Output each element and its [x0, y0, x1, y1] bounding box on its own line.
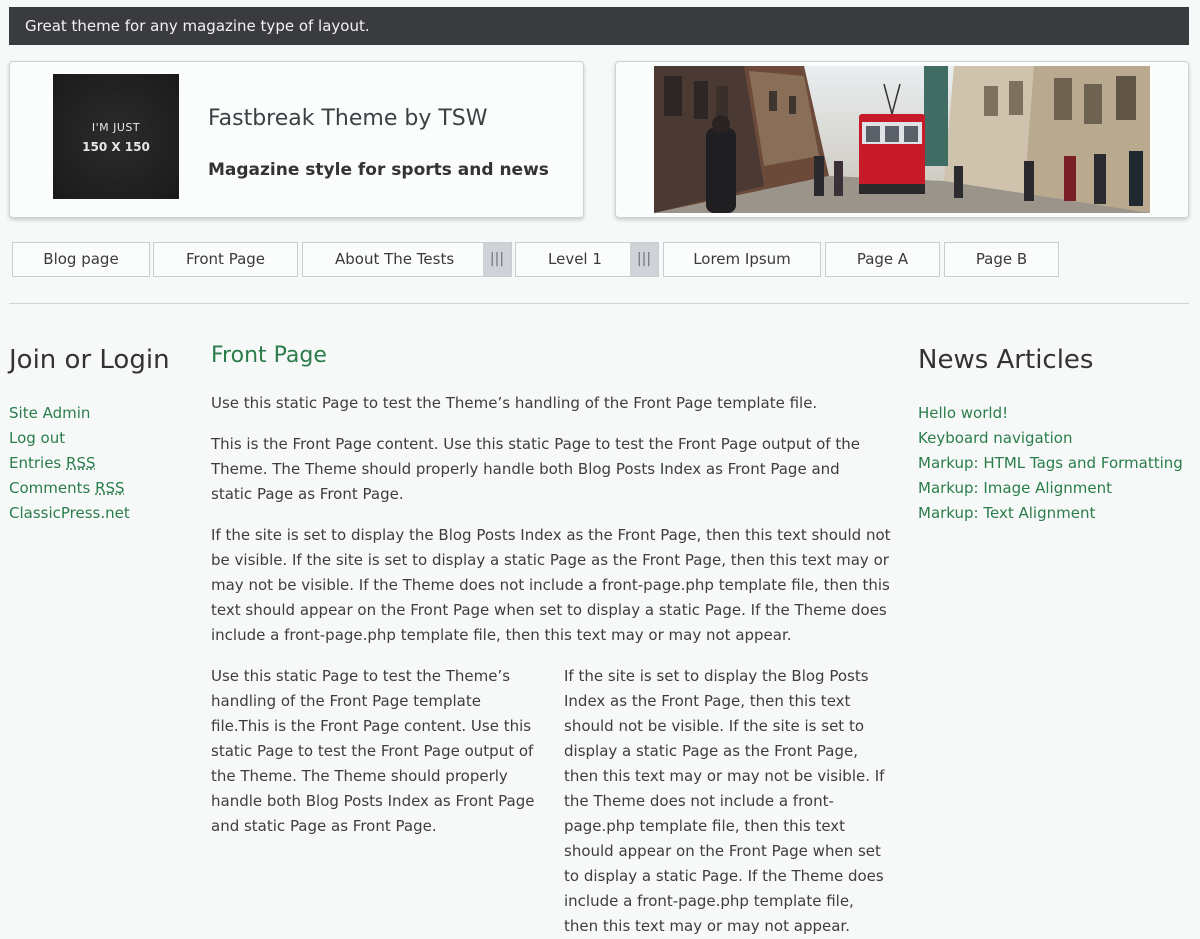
site-title[interactable]: Fastbreak Theme by TSW — [208, 106, 488, 131]
nav-item-level-1[interactable]: Level 1 ||| — [515, 242, 659, 277]
submenu-toggle-icon[interactable]: ||| — [630, 243, 658, 276]
list-item: Markup: Text Alignment — [918, 501, 1183, 526]
list-item: ClassicPress.net — [9, 501, 130, 526]
header-image-card — [615, 61, 1189, 218]
article-link[interactable]: Markup: Text Alignment — [918, 504, 1095, 522]
list-item: Hello world! — [918, 401, 1183, 426]
nav-item-page-a[interactable]: Page A — [825, 242, 940, 277]
log-out-link[interactable]: Log out — [9, 429, 65, 447]
site-admin-link[interactable]: Site Admin — [9, 404, 90, 422]
list-item: Entries RSS — [9, 451, 130, 476]
tagline-bar: Great theme for any magazine type of lay… — [9, 7, 1189, 45]
link-text: Entries — [9, 454, 67, 472]
classicpress-link[interactable]: ClassicPress.net — [9, 504, 130, 522]
nav-item-page-b[interactable]: Page B — [944, 242, 1059, 277]
content-paragraph-1: Use this static Page to test the Theme’s… — [211, 394, 818, 412]
site-description: Magazine style for sports and news — [208, 160, 549, 180]
nav-item-front-page[interactable]: Front Page — [153, 242, 298, 277]
site-branding: I'M JUST 150 X 150 Fastbreak Theme by TS… — [9, 61, 584, 218]
header-divider — [9, 303, 1189, 304]
news-articles-list: Hello world! Keyboard navigation Markup:… — [918, 401, 1183, 526]
nav-item-label: About The Tests — [335, 250, 455, 268]
page-title[interactable]: Front Page — [211, 343, 327, 368]
list-item: Keyboard navigation — [918, 426, 1183, 451]
content-column-2: If the site is set to display the Blog P… — [564, 667, 885, 935]
nav-item-label: Blog page — [43, 250, 119, 268]
article-link[interactable]: Markup: HTML Tags and Formatting — [918, 454, 1183, 472]
nav-item-label: Front Page — [185, 250, 266, 268]
article-link[interactable]: Keyboard navigation — [918, 429, 1072, 447]
rss-abbr: RSS — [95, 479, 125, 497]
list-item: Site Admin — [9, 401, 130, 426]
nav-item-blog-page[interactable]: Blog page — [12, 242, 150, 277]
list-item: Log out — [9, 426, 130, 451]
submenu-toggle-icon[interactable]: ||| — [483, 243, 511, 276]
left-sidebar-title: Join or Login — [9, 345, 170, 375]
nav-item-lorem-ipsum[interactable]: Lorem Ipsum — [663, 242, 821, 277]
comments-rss-link[interactable]: Comments RSS — [9, 479, 125, 497]
site-logo[interactable]: I'M JUST 150 X 150 — [53, 74, 179, 199]
header-image — [654, 66, 1150, 213]
nav-item-label: Lorem Ipsum — [693, 250, 791, 268]
nav-item-label: Page B — [975, 250, 1028, 268]
logo-text-line2: 150 X 150 — [82, 140, 150, 154]
entries-rss-link[interactable]: Entries RSS — [9, 454, 95, 472]
street-tram-photo — [654, 66, 1150, 213]
list-item: Comments RSS — [9, 476, 130, 501]
content-column-1: Use this static Page to test the Theme’s… — [211, 667, 535, 835]
content-paragraph-3: If the site is set to display the Blog P… — [211, 526, 891, 644]
logo-text-line1: I'M JUST — [91, 121, 141, 134]
article-link[interactable]: Hello world! — [918, 404, 1008, 422]
right-sidebar-title: News Articles — [918, 345, 1094, 375]
link-text: Comments — [9, 479, 96, 497]
rss-abbr: RSS — [66, 454, 96, 472]
nav-item-label: Level 1 — [548, 250, 602, 268]
nav-item-about-the-tests[interactable]: About The Tests ||| — [302, 242, 512, 277]
list-item: Markup: HTML Tags and Formatting — [918, 451, 1183, 476]
nav-item-label: Page A — [856, 250, 909, 268]
meta-links: Site Admin Log out Entries RSS Comments … — [9, 401, 130, 526]
content-paragraph-2: This is the Front Page content. Use this… — [211, 435, 860, 503]
list-item: Markup: Image Alignment — [918, 476, 1183, 501]
article-link[interactable]: Markup: Image Alignment — [918, 479, 1112, 497]
